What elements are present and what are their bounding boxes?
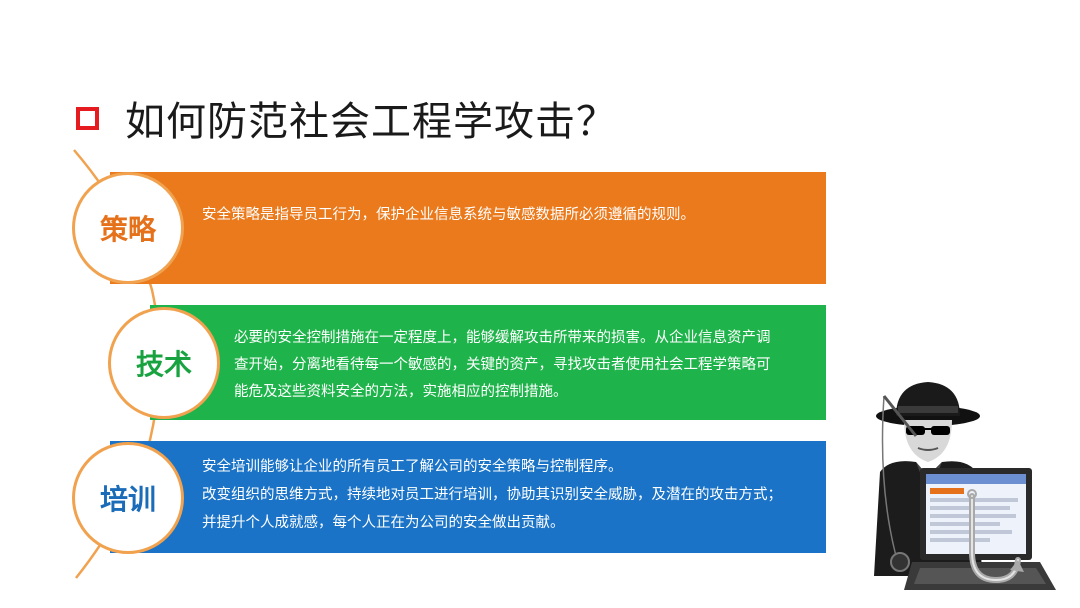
banner-technology-line: 能危及这些资料安全的方法，实施相应的控制措施。	[234, 384, 568, 400]
banner-training-line: 安全培训能够让企业的所有员工了解公司的安全策略与控制程序。	[202, 459, 623, 475]
banner-training: 安全培训能够让企业的所有员工了解公司的安全策略与控制程序。 改变组织的思维方式，…	[110, 441, 826, 553]
title-bullet-icon	[76, 106, 99, 130]
circle-label-strategy: 策略	[72, 172, 184, 284]
banner-training-line: 并提升个人成就感，每个人正在为公司的安全做出贡献。	[202, 515, 565, 531]
banner-strategy: 安全策略是指导员工行为，保护企业信息系统与敏感数据所必须遵循的规则。	[110, 172, 826, 284]
banner-technology-line: 查开始，分离地看待每一个敏感的，关键的资产，寻找攻击者使用社会工程学策略可	[234, 357, 771, 373]
title-row: 如何防范社会工程学攻击？	[76, 88, 617, 148]
page-title: 如何防范社会工程学攻击？	[125, 99, 617, 145]
banner-technology-line: 必要的安全控制措施在一定程度上，能够缓解攻击所带来的损害。从企业信息资产调	[234, 330, 771, 346]
banner-technology: 必要的安全控制措施在一定程度上，能够缓解攻击所带来的损害。从企业信息资产调 查开…	[150, 305, 826, 420]
circle-label-technology: 技术	[108, 307, 220, 419]
slide: 如何防范社会工程学攻击？ 安全策略是指导员工行为，保护企业信息系统与敏感数据所必…	[0, 0, 1080, 608]
circle-label-training: 培训	[72, 442, 184, 554]
hacker-with-laptop-and-fishing-hook-icon	[874, 382, 1056, 590]
banner-training-line: 改变组织的思维方式，持续地对员工进行培训，协助其识别安全威胁，及潜在的攻击方式；	[202, 487, 782, 503]
banner-strategy-line: 安全策略是指导员工行为，保护企业信息系统与敏感数据所必须遵循的规则。	[202, 207, 695, 223]
